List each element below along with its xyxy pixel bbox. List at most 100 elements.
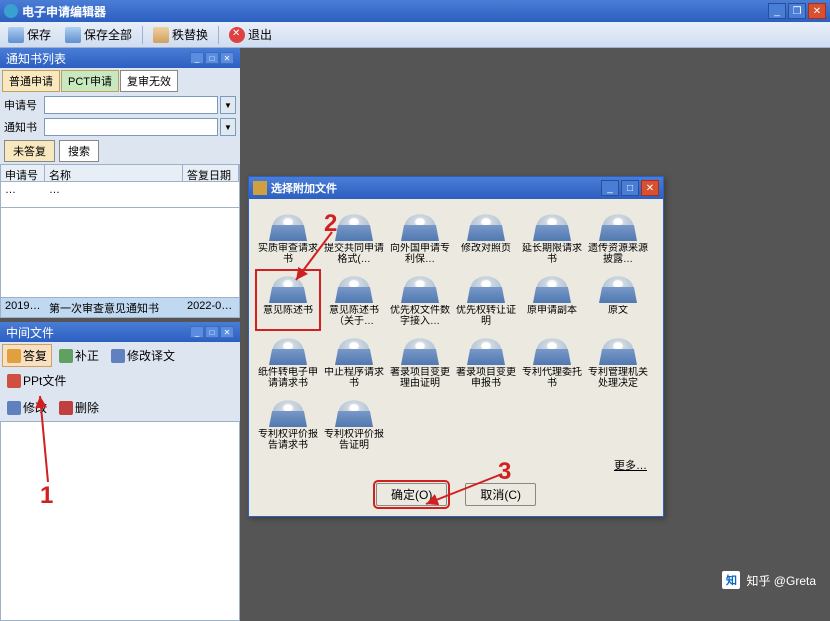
file-item[interactable]: 中止程序请求书 [321, 331, 387, 393]
edit-translation-button[interactable]: 修改译文 [106, 344, 180, 367]
modify-button[interactable]: 修改 [2, 396, 52, 419]
app-number-dropdown[interactable]: ▼ [220, 96, 236, 114]
app-title: 电子申请编辑器 [22, 3, 768, 20]
file-label: 修改对照页 [455, 243, 517, 254]
tab-review[interactable]: 复审无效 [120, 70, 178, 92]
file-label: 中止程序请求书 [323, 367, 385, 389]
panel-close-button[interactable]: ✕ [220, 52, 234, 64]
more-link[interactable]: 更多… [255, 455, 657, 475]
tab-unreplied[interactable]: 未答复 [4, 140, 55, 162]
fix-button[interactable]: 补正 [54, 344, 104, 367]
document-icon [401, 333, 439, 365]
file-item[interactable]: 原申请副本 [519, 269, 585, 331]
file-item[interactable]: 专利代理委托书 [519, 331, 585, 393]
notice-table-body-bottom: 2019… 第一次审查意见通知书 2022-0… [0, 298, 240, 318]
save-button[interactable]: 保存 [4, 24, 55, 45]
table-row[interactable]: … … [1, 182, 239, 198]
application-type-tabs: 普通申请 PCT申请 复审无效 [0, 68, 240, 94]
file-label: 优先权转让证明 [455, 305, 517, 327]
file-label: 专利权评价报告证明 [323, 429, 385, 451]
app-number-input[interactable] [44, 96, 218, 114]
file-label: 原申请副本 [521, 305, 583, 316]
panel-max-button[interactable]: □ [205, 326, 219, 338]
file-item[interactable]: 意见陈述书 [255, 269, 321, 331]
document-icon [533, 271, 571, 303]
file-label: 实质审查请求书 [257, 243, 319, 265]
dialog-minimize-button[interactable]: _ [601, 180, 619, 196]
document-icon [467, 209, 505, 241]
document-icon [269, 395, 307, 427]
file-label: 提交共同申请格式(… [323, 243, 385, 265]
document-icon [335, 333, 373, 365]
close-button[interactable]: ✕ [808, 3, 826, 19]
file-item[interactable]: 意见陈述书（关于… [321, 269, 387, 331]
file-item[interactable]: 遗传资源来源披露… [585, 207, 651, 269]
ok-button[interactable]: 确定(O) [376, 483, 447, 506]
file-item[interactable]: 提交共同申请格式(… [321, 207, 387, 269]
file-item[interactable]: 实质审查请求书 [255, 207, 321, 269]
tab-pct[interactable]: PCT申请 [61, 70, 119, 92]
file-label: 向外国申请专利保… [389, 243, 451, 265]
notice-list-titlebar: 通知书列表 _ □ ✕ [0, 48, 240, 68]
app-number-label: 申请号 [4, 97, 42, 113]
panel-min-button[interactable]: _ [190, 326, 204, 338]
file-item[interactable]: 专利权评价报告证明 [321, 393, 387, 455]
select-attachment-dialog: 选择附加文件 _ □ ✕ 实质审查请求书提交共同申请格式(…向外国申请专利保… 修… [248, 176, 664, 517]
delete-button[interactable]: 删除 [54, 396, 104, 419]
file-item[interactable]: 纸件转电子申请请求书 [255, 331, 321, 393]
dialog-close-button[interactable]: ✕ [641, 180, 659, 196]
file-item[interactable]: 延长期限请求书 [519, 207, 585, 269]
notice-label: 通知书 [4, 119, 42, 135]
file-label: 专利管理机关处理决定 [587, 367, 649, 389]
file-item[interactable]: 向外国申请专利保… [387, 207, 453, 269]
ppt-file-button[interactable]: PPt文件 [2, 369, 71, 392]
panel-max-button[interactable]: □ [205, 52, 219, 64]
minimize-button[interactable]: _ [768, 3, 786, 19]
swap-button[interactable]: 秩替换 [149, 24, 212, 45]
notice-dropdown[interactable]: ▼ [220, 118, 236, 136]
restore-button[interactable]: ❐ [788, 3, 806, 19]
document-icon [401, 209, 439, 241]
document-icon [599, 209, 637, 241]
file-item[interactable]: 专利权评价报告请求书 [255, 393, 321, 455]
file-item[interactable]: 优先权文件数字接入… [387, 269, 453, 331]
document-icon [269, 333, 307, 365]
file-item[interactable]: 优先权转让证明 [453, 269, 519, 331]
middle-files-toolbar: 答复 补正 修改译文 PPt文件 修改 删除 [0, 342, 240, 421]
file-item[interactable]: 修改对照页 [453, 207, 519, 269]
file-item[interactable]: 著录项目变更申报书 [453, 331, 519, 393]
save-all-icon [65, 27, 81, 43]
file-label: 延长期限请求书 [521, 243, 583, 265]
main-titlebar: 电子申请编辑器 _ ❐ ✕ [0, 0, 830, 22]
notice-list-panel: 通知书列表 _ □ ✕ 普通申请 PCT申请 复审无效 申请号 ▼ 通知书 ▼ … [0, 48, 240, 318]
document-icon [401, 271, 439, 303]
tab-normal[interactable]: 普通申请 [2, 70, 60, 92]
document-icon [335, 395, 373, 427]
panel-close-button[interactable]: ✕ [220, 326, 234, 338]
save-all-button[interactable]: 保存全部 [61, 24, 136, 45]
file-item[interactable]: 专利管理机关处理决定 [585, 331, 651, 393]
document-icon [467, 271, 505, 303]
app-icon [4, 4, 18, 18]
reply-button[interactable]: 答复 [2, 344, 52, 367]
table-row[interactable]: 2019… 第一次审查意见通知书 2022-0… [1, 298, 239, 318]
tab-search[interactable]: 搜索 [59, 140, 99, 162]
document-icon [599, 271, 637, 303]
file-label: 遗传资源来源披露… [587, 243, 649, 265]
edit-icon [111, 349, 125, 363]
cancel-button[interactable]: 取消(C) [465, 483, 536, 506]
delete-icon [59, 401, 73, 415]
document-icon [269, 271, 307, 303]
middle-files-panel: 中间文件 _ □ ✕ 答复 补正 修改译文 PPt文件 [0, 322, 240, 621]
exit-button[interactable]: 退出 [225, 24, 276, 45]
dialog-maximize-button[interactable]: □ [621, 180, 639, 196]
file-label: 原文 [587, 305, 649, 316]
notice-input[interactable] [44, 118, 218, 136]
file-item[interactable]: 著录项目变更理由证明 [387, 331, 453, 393]
panel-min-button[interactable]: _ [190, 52, 204, 64]
file-item[interactable]: 原文 [585, 269, 651, 331]
middle-files-titlebar: 中间文件 _ □ ✕ [0, 322, 240, 342]
dialog-titlebar: 选择附加文件 _ □ ✕ [249, 177, 663, 199]
fix-icon [59, 349, 73, 363]
swap-icon [153, 27, 169, 43]
